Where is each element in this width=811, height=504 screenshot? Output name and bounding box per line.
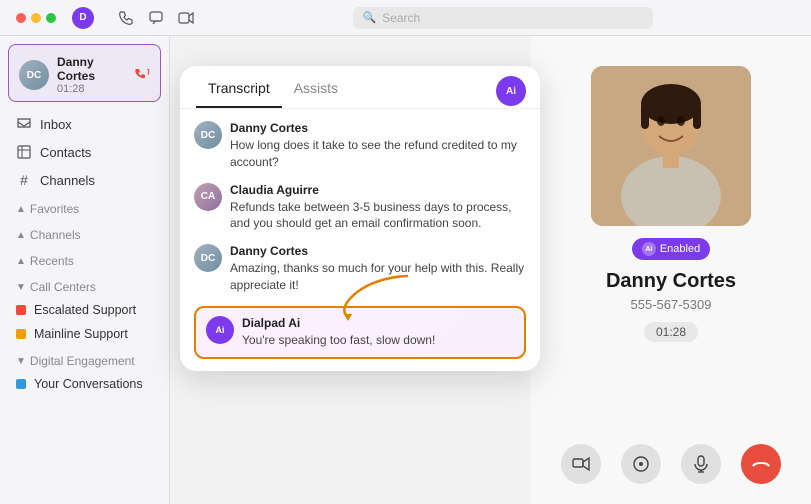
escalated-dot xyxy=(16,305,26,315)
active-call-time: 01:28 xyxy=(57,83,126,95)
transfer-button[interactable] xyxy=(561,444,601,484)
active-call-avatar: DC xyxy=(19,60,49,90)
mainline-dot xyxy=(16,329,26,339)
close-button[interactable] xyxy=(16,13,26,23)
msg-text-danny1: How long does it take to see the refund … xyxy=(230,137,526,171)
enabled-badge-label: Enabled xyxy=(660,243,700,255)
popup-tabs: Transcript Assists Ai xyxy=(180,66,540,109)
message-row: DC Danny Cortes How long does it take to… xyxy=(194,121,526,171)
call-controls xyxy=(561,444,781,504)
chat-icon[interactable] xyxy=(148,10,164,26)
sidebar-item-channels[interactable]: # Channels xyxy=(0,166,169,194)
sidebar-item-your-conversations[interactable]: Your Conversations xyxy=(0,372,169,396)
channels-icon: # xyxy=(16,172,32,188)
sidebar-item-escalated[interactable]: Escalated Support xyxy=(0,298,169,322)
msg-content-danny1: Danny Cortes How long does it take to se… xyxy=(230,121,526,171)
section-call-centers[interactable]: ▼ Call Centers xyxy=(0,272,169,298)
message-row: CA Claudia Aguirre Refunds take between … xyxy=(194,183,526,233)
msg-name-danny1: Danny Cortes xyxy=(230,121,526,135)
sidebar-item-contacts[interactable]: Contacts xyxy=(0,138,169,166)
sidebar-item-inbox[interactable]: Inbox xyxy=(0,110,169,138)
end-call-button[interactable] xyxy=(741,444,781,484)
section-favorites[interactable]: ▲ Favorites xyxy=(0,194,169,220)
sidebar: DC Danny Cortes 01:28 xyxy=(0,36,170,504)
msg-avatar-claudia: CA xyxy=(194,183,222,211)
maximize-button[interactable] xyxy=(46,13,56,23)
video-icon[interactable] xyxy=(178,10,194,26)
section-recents[interactable]: ▲ Recents xyxy=(0,246,169,272)
minimize-button[interactable] xyxy=(31,13,41,23)
enabled-badge: Ai Enabled xyxy=(632,238,710,260)
keypad-button[interactable] xyxy=(621,444,661,484)
call-timer: 01:28 xyxy=(644,322,698,342)
sidebar-nav: Inbox Contacts # Channels xyxy=(0,106,169,504)
msg-text-ai: You're speaking too fast, slow down! xyxy=(242,332,435,349)
active-call-info: Danny Cortes 01:28 xyxy=(57,55,126,95)
sidebar-contacts-label: Contacts xyxy=(40,145,91,160)
topbar-icons xyxy=(118,10,194,26)
photo-placeholder xyxy=(591,66,751,226)
msg-avatar-ai: Ai xyxy=(206,316,234,344)
msg-name-danny2: Danny Cortes xyxy=(230,244,526,258)
main-area: Transcript Assists Ai DC Danny Cortes xyxy=(170,36,811,504)
person-phone: 555-567-5309 xyxy=(631,297,712,312)
msg-name-claudia: Claudia Aguirre xyxy=(230,183,526,197)
content-area: DC Danny Cortes 01:28 xyxy=(0,36,811,504)
center-space: Transcript Assists Ai DC Danny Cortes xyxy=(170,36,531,504)
inbox-icon xyxy=(16,116,32,132)
active-call-name: Danny Cortes xyxy=(57,55,126,83)
msg-content-claudia: Claudia Aguirre Refunds take between 3-5… xyxy=(230,183,526,233)
badge-ai-icon: Ai xyxy=(642,242,656,256)
phone-icon[interactable] xyxy=(118,10,134,26)
ai-tab-icon: Ai xyxy=(496,76,526,106)
call-status-icon xyxy=(134,67,150,83)
contacts-icon xyxy=(16,144,32,160)
right-panel: Ai Enabled Danny Cortes 555-567-5309 01:… xyxy=(531,36,811,504)
your-convos-dot xyxy=(16,379,26,389)
mainline-label: Mainline Support xyxy=(34,327,128,341)
msg-avatar-danny1: DC xyxy=(194,121,222,149)
msg-avatar-danny2: DC xyxy=(194,244,222,272)
tab-transcript[interactable]: Transcript xyxy=(196,80,282,108)
person-photo xyxy=(591,66,751,226)
sidebar-channels-label: Channels xyxy=(40,173,95,188)
search-bar[interactable]: 🔍 Search xyxy=(353,7,653,29)
section-digital-engagement[interactable]: ▼ Digital Engagement xyxy=(0,346,169,372)
arrow-indicator xyxy=(338,271,418,321)
your-convos-label: Your Conversations xyxy=(34,377,143,391)
escalated-label: Escalated Support xyxy=(34,303,136,317)
section-channels-group[interactable]: ▲ Channels xyxy=(0,220,169,246)
person-name: Danny Cortes xyxy=(606,270,736,293)
window-controls xyxy=(16,13,56,23)
search-placeholder: Search xyxy=(382,11,420,25)
active-call-item[interactable]: DC Danny Cortes 01:28 xyxy=(8,44,161,102)
message-list: DC Danny Cortes How long does it take to… xyxy=(180,109,540,371)
sidebar-inbox-label: Inbox xyxy=(40,117,72,132)
app-logo: D xyxy=(72,7,94,29)
sidebar-item-mainline[interactable]: Mainline Support xyxy=(0,322,169,346)
tab-assists[interactable]: Assists xyxy=(282,80,350,108)
transcript-popup: Transcript Assists Ai DC Danny Cortes xyxy=(180,66,540,371)
msg-text-claudia: Refunds take between 3-5 business days t… xyxy=(230,199,526,233)
topbar: D 🔍 Search xyxy=(0,0,811,36)
mute-button[interactable] xyxy=(681,444,721,484)
